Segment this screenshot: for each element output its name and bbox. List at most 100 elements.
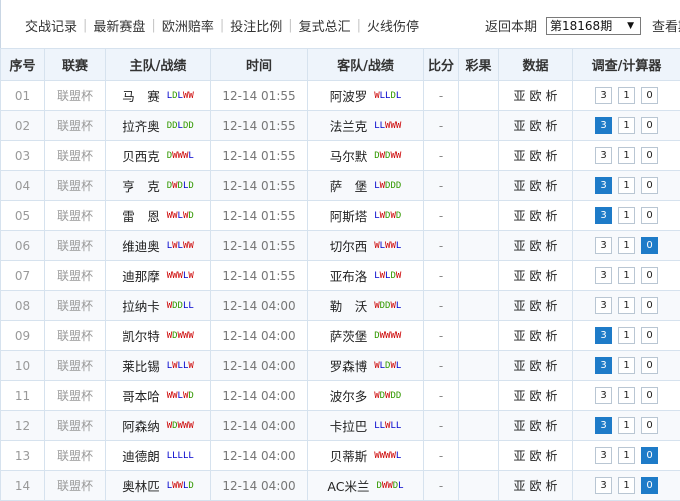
- vote-win-button[interactable]: 3: [595, 297, 612, 314]
- away-team-name[interactable]: 罗森博: [330, 356, 368, 375]
- vote-win-button[interactable]: 3: [595, 417, 612, 434]
- home-team-name[interactable]: 奥林匹: [122, 476, 160, 495]
- vote-loss-button[interactable]: 0: [641, 147, 658, 164]
- home-team-name[interactable]: 迪那摩: [122, 266, 160, 285]
- away-team-name[interactable]: 波尔多: [330, 386, 368, 405]
- nav-link-euro-odds[interactable]: 欧洲赔率: [162, 16, 214, 35]
- vote-loss-button[interactable]: 0: [641, 237, 658, 254]
- period-select[interactable]: 第18168期 ▼: [546, 17, 641, 35]
- asian-odds-link[interactable]: 亚: [513, 269, 525, 283]
- analysis-link[interactable]: 析: [546, 299, 558, 313]
- euro-odds-link[interactable]: 欧: [529, 89, 541, 103]
- analysis-link[interactable]: 析: [546, 329, 558, 343]
- analysis-link[interactable]: 析: [546, 209, 558, 223]
- vote-draw-button[interactable]: 1: [618, 297, 635, 314]
- nav-link-injuries[interactable]: 火线伤停: [367, 16, 419, 35]
- vote-loss-button[interactable]: 0: [641, 477, 658, 494]
- analysis-link[interactable]: 析: [546, 359, 558, 373]
- analysis-link[interactable]: 析: [546, 179, 558, 193]
- asian-odds-link[interactable]: 亚: [513, 89, 525, 103]
- nav-link-history[interactable]: 交战记录: [25, 16, 77, 35]
- euro-odds-link[interactable]: 欧: [529, 269, 541, 283]
- home-team-name[interactable]: 雷 恩: [122, 206, 160, 225]
- euro-odds-link[interactable]: 欧: [529, 239, 541, 253]
- analysis-link[interactable]: 析: [546, 449, 558, 463]
- vote-win-button[interactable]: 3: [595, 87, 612, 104]
- vote-win-button[interactable]: 3: [595, 477, 612, 494]
- vote-loss-button[interactable]: 0: [641, 207, 658, 224]
- vote-draw-button[interactable]: 1: [618, 207, 635, 224]
- vote-loss-button[interactable]: 0: [641, 417, 658, 434]
- vote-win-button[interactable]: 3: [595, 357, 612, 374]
- asian-odds-link[interactable]: 亚: [513, 299, 525, 313]
- vote-win-button[interactable]: 3: [595, 237, 612, 254]
- asian-odds-link[interactable]: 亚: [513, 149, 525, 163]
- vote-loss-button[interactable]: 0: [641, 357, 658, 374]
- asian-odds-link[interactable]: 亚: [513, 239, 525, 253]
- home-team-name[interactable]: 拉纳卡: [122, 296, 160, 315]
- asian-odds-link[interactable]: 亚: [513, 179, 525, 193]
- away-team-name[interactable]: AC米兰: [327, 476, 369, 495]
- vote-draw-button[interactable]: 1: [618, 387, 635, 404]
- asian-odds-link[interactable]: 亚: [513, 209, 525, 223]
- away-team-name[interactable]: 切尔西: [330, 236, 368, 255]
- asian-odds-link[interactable]: 亚: [513, 389, 525, 403]
- vote-win-button[interactable]: 3: [595, 177, 612, 194]
- vote-draw-button[interactable]: 1: [618, 477, 635, 494]
- home-team-name[interactable]: 亨 克: [122, 176, 160, 195]
- vote-loss-button[interactable]: 0: [641, 87, 658, 104]
- away-team-name[interactable]: 马尔默: [330, 146, 368, 165]
- home-team-name[interactable]: 凯尔特: [122, 326, 160, 345]
- asian-odds-link[interactable]: 亚: [513, 419, 525, 433]
- view-period-link[interactable]: 查看期: [652, 16, 680, 35]
- euro-odds-link[interactable]: 欧: [529, 359, 541, 373]
- asian-odds-link[interactable]: 亚: [513, 479, 525, 493]
- euro-odds-link[interactable]: 欧: [529, 299, 541, 313]
- euro-odds-link[interactable]: 欧: [529, 449, 541, 463]
- vote-draw-button[interactable]: 1: [618, 177, 635, 194]
- away-team-name[interactable]: 勒 沃: [330, 296, 368, 315]
- euro-odds-link[interactable]: 欧: [529, 479, 541, 493]
- analysis-link[interactable]: 析: [546, 419, 558, 433]
- vote-draw-button[interactable]: 1: [618, 417, 635, 434]
- home-team-name[interactable]: 莱比锡: [122, 356, 160, 375]
- vote-loss-button[interactable]: 0: [641, 117, 658, 134]
- euro-odds-link[interactable]: 欧: [529, 209, 541, 223]
- analysis-link[interactable]: 析: [546, 119, 558, 133]
- vote-draw-button[interactable]: 1: [618, 447, 635, 464]
- vote-draw-button[interactable]: 1: [618, 237, 635, 254]
- asian-odds-link[interactable]: 亚: [513, 119, 525, 133]
- away-team-name[interactable]: 萨茨堡: [330, 326, 368, 345]
- home-team-name[interactable]: 哥本哈: [122, 386, 160, 405]
- analysis-link[interactable]: 析: [546, 479, 558, 493]
- nav-link-bet-ratio[interactable]: 投注比例: [230, 16, 282, 35]
- vote-win-button[interactable]: 3: [595, 327, 612, 344]
- vote-draw-button[interactable]: 1: [618, 327, 635, 344]
- home-team-name[interactable]: 马 赛: [122, 86, 160, 105]
- euro-odds-link[interactable]: 欧: [529, 179, 541, 193]
- vote-win-button[interactable]: 3: [595, 447, 612, 464]
- vote-draw-button[interactable]: 1: [618, 147, 635, 164]
- euro-odds-link[interactable]: 欧: [529, 419, 541, 433]
- vote-win-button[interactable]: 3: [595, 117, 612, 134]
- home-team-name[interactable]: 阿森纳: [122, 416, 160, 435]
- euro-odds-link[interactable]: 欧: [529, 389, 541, 403]
- euro-odds-link[interactable]: 欧: [529, 119, 541, 133]
- asian-odds-link[interactable]: 亚: [513, 449, 525, 463]
- euro-odds-link[interactable]: 欧: [529, 149, 541, 163]
- vote-draw-button[interactable]: 1: [618, 87, 635, 104]
- vote-win-button[interactable]: 3: [595, 387, 612, 404]
- vote-loss-button[interactable]: 0: [641, 387, 658, 404]
- vote-loss-button[interactable]: 0: [641, 297, 658, 314]
- analysis-link[interactable]: 析: [546, 239, 558, 253]
- vote-draw-button[interactable]: 1: [618, 117, 635, 134]
- analysis-link[interactable]: 析: [546, 389, 558, 403]
- analysis-link[interactable]: 析: [546, 149, 558, 163]
- home-team-name[interactable]: 贝西克: [122, 146, 160, 165]
- vote-win-button[interactable]: 3: [595, 147, 612, 164]
- vote-loss-button[interactable]: 0: [641, 447, 658, 464]
- nav-link-multi-summary[interactable]: 复式总汇: [299, 16, 351, 35]
- vote-loss-button[interactable]: 0: [641, 327, 658, 344]
- euro-odds-link[interactable]: 欧: [529, 329, 541, 343]
- away-team-name[interactable]: 阿斯塔: [330, 206, 368, 225]
